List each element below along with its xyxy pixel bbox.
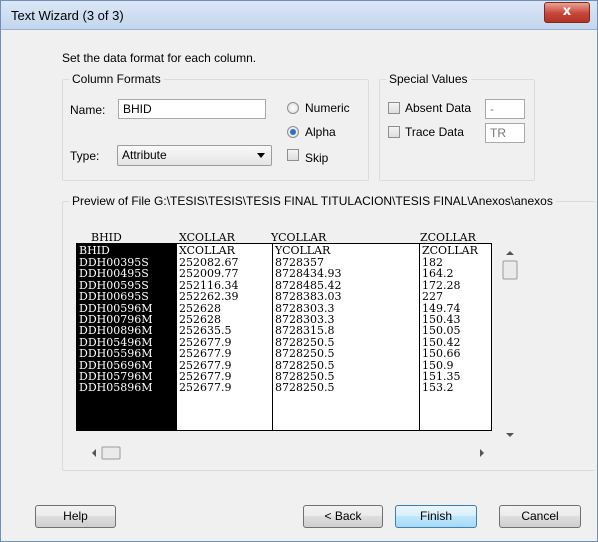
trace-data-label: Trace Data [405,125,464,139]
table-cell: 150.43 [422,313,461,326]
table-cell: 182 [422,257,443,269]
absent-data-checkbox[interactable] [388,102,400,114]
table-cell: 252677.9 [179,370,232,383]
table-cell: 8728303.3 [275,302,335,314]
table-cell: 252116.34 [179,279,239,292]
close-icon: x [562,4,572,19]
table-cell: YCOLLAR [275,244,331,257]
window-title: Text Wizard (3 of 3) [11,8,124,23]
skip-checkbox[interactable] [287,149,299,161]
column-formats-label: Column Formats [69,72,164,86]
table-cell: DDH05596M [79,348,153,360]
table-cell: 8728303.3 [275,313,335,326]
table-cell: 8728250.5 [275,348,335,360]
table-cell: DDH05796M [79,370,153,383]
table-cell: 8728434.93 [275,268,342,280]
horizontal-scrollbar-graphic [92,446,484,460]
vertical-scrollbar-graphic [502,251,518,437]
table-cell: 150.66 [422,348,461,360]
table-cell: 8728250.5 [275,382,335,394]
table-cell: 8728250.5 [275,359,335,371]
table-cell: ZCOLLAR [422,244,478,257]
table-cell: 252677.9 [179,348,232,360]
numeric-radio[interactable] [287,102,299,114]
alpha-radio[interactable] [287,126,299,138]
close-button[interactable]: x [544,2,590,23]
table-cell: 153.2 [422,382,454,394]
text-wizard-window: Text Wizard (3 of 3) x Set the data form… [0,0,598,542]
name-label: Name: [70,103,106,117]
table-cell: BHID [79,244,110,257]
special-values-label: Special Values [386,72,471,86]
table-cell: 252677.9 [179,359,232,371]
table-cell: 252677.9 [179,336,232,349]
table-cell: DDH05896M [79,382,153,394]
instruction-text: Set the data format for each column. [62,51,257,65]
table-cell: XCOLLAR [179,244,235,257]
table-cell: 151.35 [422,370,461,383]
type-dropdown[interactable]: Attribute [117,145,272,166]
cancel-button[interactable]: Cancel [499,505,581,528]
table-cell: 252082.67 [179,257,239,269]
table-cell: DDH05496M [79,336,153,349]
absent-data-input[interactable]: - [485,99,525,119]
preview-horizontal-scrollbar[interactable] [88,445,488,461]
table-cell: 149.74 [422,302,461,314]
help-button[interactable]: Help [35,505,116,528]
table-cell: 8728383.03 [275,291,342,303]
table-cell: DDH00495S [79,268,149,280]
table-cell: DDH05696M [79,359,153,371]
table-cell: 227 [422,291,443,303]
table-cell: 150.05 [422,325,461,337]
table-cell: DDH00695S [79,291,149,303]
preview-vertical-scrollbar[interactable] [500,243,520,443]
finish-button[interactable]: Finish [395,505,477,528]
table-cell: 164.2 [422,268,454,280]
absent-data-label: Absent Data [405,101,472,115]
type-label: Type: [70,149,100,163]
table-cell: DDH00596M [79,302,153,314]
trace-data-checkbox[interactable] [388,126,400,138]
table-cell: 252628 [179,313,221,326]
table-cell: 172.28 [422,279,461,292]
table-cell: 252262.39 [179,291,239,303]
numeric-label: Numeric [305,101,350,115]
table-cell: 8728357 [275,257,324,269]
preview-column-zcollar[interactable]: ZCOLLAR 182 164.2 172.28 227 149.74 150.43 150.… [420,244,491,430]
table-cell: 8728250.5 [275,370,335,383]
table-cell: DDH00796M [79,313,153,326]
name-input[interactable]: BHID [118,99,266,119]
chevron-down-icon [257,153,265,158]
table-cell: 252677.9 [179,382,232,394]
table-cell: 8728250.5 [275,336,335,349]
trace-data-input[interactable]: TR [485,123,525,143]
table-cell: DDH00395S [79,257,149,269]
preview-label: Preview of File G:\TESIS\TESIS\TESIS FIN… [69,194,556,208]
table-cell: 8728485.42 [275,279,342,292]
preview-column-xcollar[interactable]: XCOLLAR 252082.67 252009.77 252116.34 252262… [177,244,273,430]
skip-label: Skip [305,151,329,165]
table-cell: 252635.5 [179,325,232,337]
table-cell: 252628 [179,302,221,314]
table-cell: 150.42 [422,336,461,349]
table-cell: 150.9 [422,359,454,371]
preview-column-ycollar[interactable]: YCOLLAR 8728357 8728434.93 8728485.42 872838… [273,244,420,430]
alpha-label: Alpha [305,125,336,139]
type-dropdown-value: Attribute [122,148,167,162]
title-bar[interactable]: Text Wizard (3 of 3) x [1,1,597,30]
table-cell: 8728315.8 [275,325,335,337]
preview-table[interactable]: BHID DDH00395S DDH00495S DDH00595S DDH00695S… [76,243,492,431]
table-cell: 252009.77 [179,268,239,280]
back-button[interactable]: < Back [303,505,383,528]
table-cell: DDH00896M [79,325,153,337]
preview-column-bhid[interactable]: BHID DDH00395S DDH00495S DDH00595S DDH00695S… [77,244,177,430]
table-cell: DDH00595S [79,279,149,292]
